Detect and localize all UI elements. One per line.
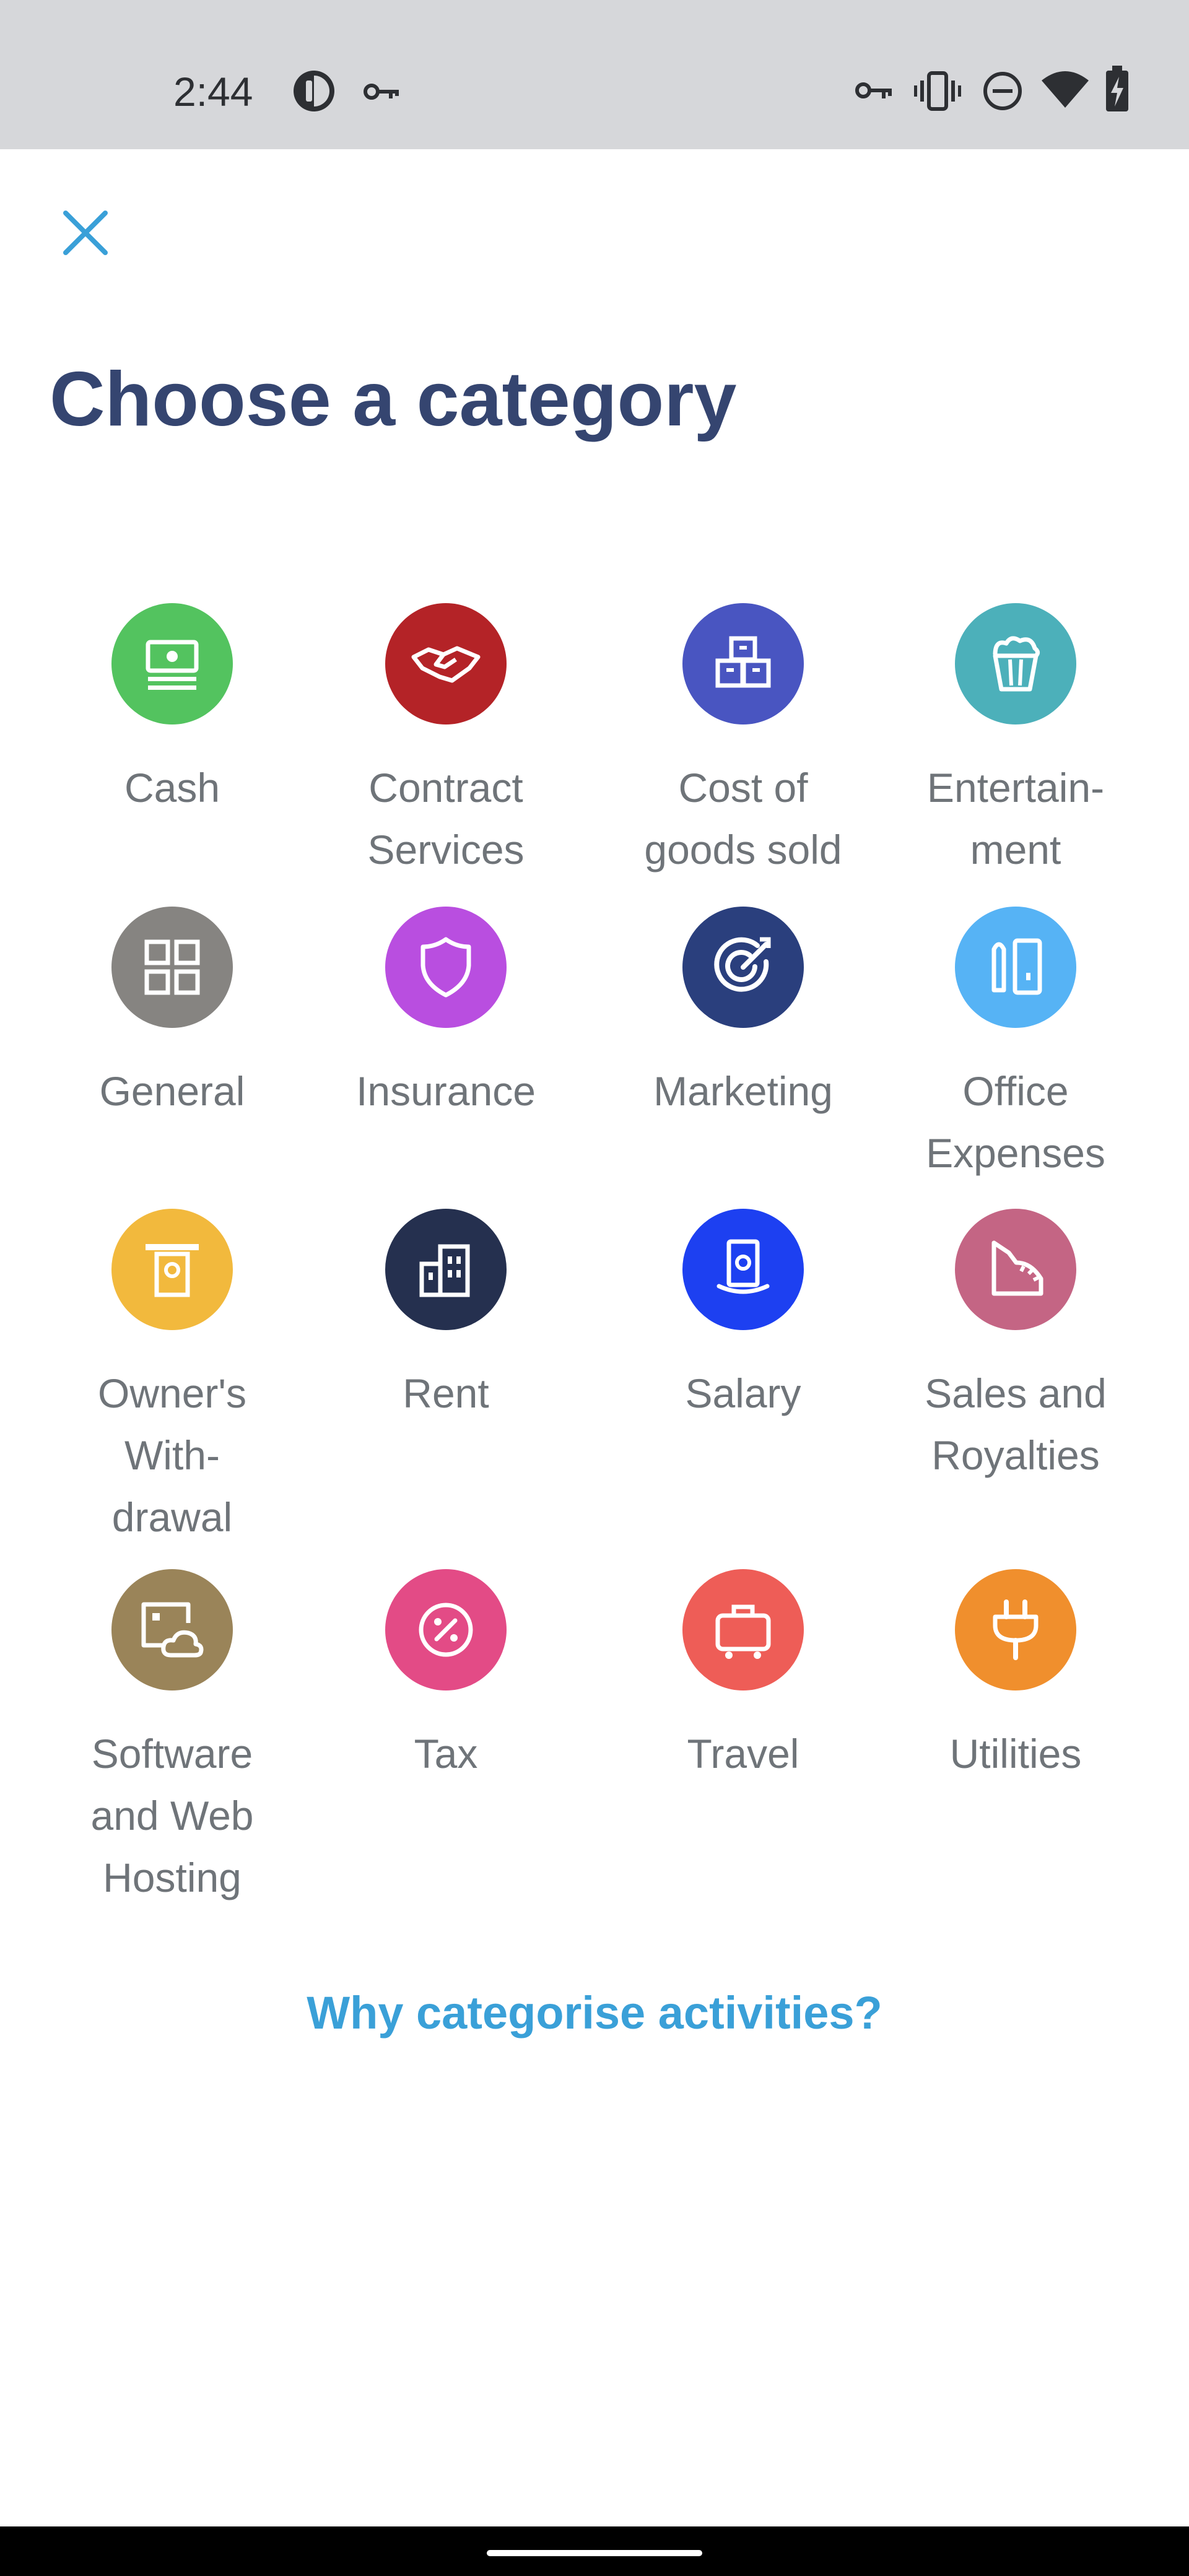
category-label: Office Expenses <box>926 1068 1105 1176</box>
wifi-icon <box>1040 69 1090 112</box>
category-label: Entertain- ment <box>926 765 1105 872</box>
category-label: Sales and Royalties <box>925 1370 1107 1478</box>
building-icon <box>385 1209 507 1330</box>
status-bar: 2:44 <box>0 0 1189 149</box>
percent-icon <box>385 1569 507 1690</box>
status-time: 2:44 <box>173 69 253 115</box>
category-cost-of-goods-sold[interactable]: Cost of goods sold <box>607 603 879 881</box>
withdrawal-icon <box>111 1209 233 1330</box>
pencil-notebook-icon <box>955 907 1076 1028</box>
battery-charging-icon <box>1104 66 1131 116</box>
why-categorise-link[interactable]: Why categorise activities? <box>0 1979 1189 2047</box>
category-entertainment[interactable]: Entertain- ment <box>879 603 1152 881</box>
category-label: Tax <box>414 1731 478 1777</box>
salary-icon <box>682 1209 804 1330</box>
vpn-key-icon <box>363 79 400 107</box>
category-owners-withdrawal[interactable]: Owner's With- drawal <box>36 1209 308 1548</box>
category-label: Salary <box>685 1370 801 1416</box>
category-rent[interactable]: Rent <box>310 1209 582 1424</box>
category-label: Utilities <box>949 1731 1082 1777</box>
handshake-icon <box>385 603 507 724</box>
category-cash[interactable]: Cash <box>36 603 308 819</box>
category-software-and-web-hosting[interactable]: Software and Web Hosting <box>36 1569 308 1908</box>
category-contract-services[interactable]: Contract Services <box>310 603 582 881</box>
category-label: Cash <box>124 765 220 811</box>
category-utilities[interactable]: Utilities <box>879 1569 1152 1785</box>
category-label: Cost of goods sold <box>644 765 842 872</box>
home-gesture-handle[interactable] <box>487 2550 702 2556</box>
grid-icon <box>111 907 233 1028</box>
category-travel[interactable]: Travel <box>607 1569 879 1785</box>
close-icon <box>63 211 108 255</box>
sales-chart-icon <box>955 1209 1076 1330</box>
category-label: Insurance <box>356 1068 536 1114</box>
target-icon <box>682 907 804 1028</box>
category-salary[interactable]: Salary <box>607 1209 879 1424</box>
category-insurance[interactable]: Insurance <box>310 907 582 1122</box>
suitcase-icon <box>682 1569 804 1690</box>
media-app-icon <box>292 69 336 116</box>
cloud-image-icon <box>111 1569 233 1690</box>
category-label: General <box>99 1068 245 1114</box>
do-not-disturb-icon <box>982 71 1023 115</box>
category-label: Marketing <box>653 1068 833 1114</box>
close-button[interactable] <box>57 204 114 261</box>
category-label: Software and Web Hosting <box>90 1731 254 1900</box>
category-office-expenses[interactable]: Office Expenses <box>879 907 1152 1184</box>
category-label: Travel <box>687 1731 799 1777</box>
category-sales-and-royalties[interactable]: Sales and Royalties <box>879 1209 1152 1486</box>
category-tax[interactable]: Tax <box>310 1569 582 1785</box>
category-label: Owner's With- drawal <box>98 1370 246 1540</box>
vibrate-icon <box>913 69 962 116</box>
boxes-icon <box>682 603 804 724</box>
category-marketing[interactable]: Marketing <box>607 907 879 1122</box>
cash-icon <box>111 603 233 724</box>
category-label: Contract Services <box>367 765 525 872</box>
category-general[interactable]: General <box>36 907 308 1122</box>
page-title: Choose a category <box>50 357 737 442</box>
plug-icon <box>955 1569 1076 1690</box>
shield-icon <box>385 907 507 1028</box>
popcorn-icon <box>955 603 1076 724</box>
category-label: Rent <box>403 1370 489 1416</box>
vpn-key-icon <box>855 77 894 107</box>
